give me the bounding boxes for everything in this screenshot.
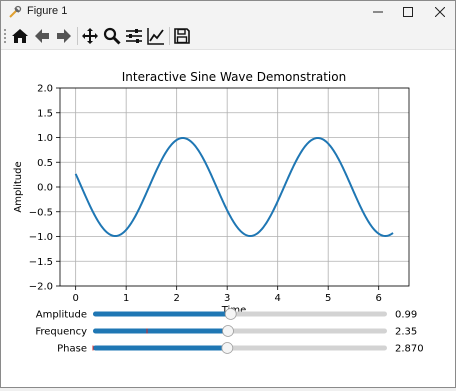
forward-arrow-icon: [57, 29, 71, 43]
configure-subplots-button[interactable]: [123, 25, 145, 47]
x-tick-label: 2: [173, 293, 179, 304]
x-tick-label: 4: [274, 293, 280, 304]
save-icon: [174, 28, 190, 44]
toolbar-separator: [77, 27, 78, 45]
phase-slider-handle[interactable]: [221, 342, 234, 354]
configure-subplots-icon: [126, 29, 142, 43]
y-tick-label: 0.0: [37, 183, 53, 194]
home-icon: [12, 29, 28, 43]
save-button[interactable]: [171, 25, 193, 47]
amplitude-slider-value: 0.99: [395, 310, 417, 321]
home-button[interactable]: [9, 25, 31, 47]
frequency-slider-handle[interactable]: [222, 325, 234, 337]
x-tick-label: 1: [123, 293, 129, 304]
x-tick-label: 5: [325, 293, 331, 304]
y-tick-label: −2.0: [29, 282, 53, 293]
amplitude-slider-label: Amplitude: [36, 310, 87, 321]
pan-icon: [82, 28, 98, 44]
back-button[interactable]: [31, 25, 53, 47]
minimize-icon: [373, 11, 383, 13]
frequency-slider[interactable]: Frequency 2.35: [35, 325, 417, 338]
phase-slider-fill: [93, 345, 228, 351]
pan-button[interactable]: [79, 25, 101, 47]
x-tick-label: 3: [224, 293, 230, 304]
navigation-toolbar: [1, 23, 455, 50]
y-axis-label: Amplitude: [13, 161, 24, 212]
figure-window: Figure 1 0 1 2 3 4 5 6 2.0 1.5 1.0 0.5 0…: [0, 0, 456, 388]
phase-slider-value: 2.870: [395, 344, 424, 355]
zoom-icon: [103, 27, 121, 45]
matplotlib-icon: [9, 5, 22, 18]
toolbar-separator: [169, 27, 170, 45]
y-tick-label: −1.5: [29, 257, 53, 268]
back-arrow-icon: [35, 29, 49, 43]
window-title: Figure 1: [27, 5, 68, 17]
close-button[interactable]: [425, 1, 455, 23]
figure-svg: 0123456 2.01.51.00.50.0−0.5−1.0−1.5−2.0 …: [13, 70, 424, 355]
y-tick-label: −1.0: [29, 232, 53, 243]
square-icon: [403, 7, 413, 17]
minimize-button[interactable]: [363, 1, 393, 23]
frequency-slider-value: 2.35: [395, 327, 417, 338]
plot-axes[interactable]: 0 1 2 3 4 5 6 2.0 1.5 1.0 0.5 0.0 −0.5 −1.0 −1.5 −2.0: [29, 84, 410, 305]
frequency-slider-fill: [93, 328, 228, 334]
maximize-button[interactable]: [393, 1, 423, 23]
frequency-slider-label: Frequency: [35, 327, 87, 338]
figure-canvas: 0123456 2.0 1.5 1.0 0.5 0.0 −0.5 −1.0 −1.5 −2.0 …: [1, 50, 455, 387]
phase-slider[interactable]: Phase 2.870: [57, 342, 424, 355]
x-tick-label: 0: [72, 293, 78, 304]
amplitude-slider[interactable]: Amplitude 0.99: [36, 308, 418, 321]
close-icon: [435, 7, 445, 17]
chart-title: Interactive Sine Wave Demonstration: [122, 70, 346, 84]
y-tick-label: 1.5: [37, 108, 53, 119]
zoom-button[interactable]: [101, 25, 123, 47]
toolbar-grip: [4, 29, 6, 43]
y-tick-label: 2.0: [37, 84, 53, 95]
title-bar: Figure 1: [1, 1, 455, 23]
phase-slider-label: Phase: [57, 344, 87, 355]
y-tick-label: 1.0: [37, 133, 53, 144]
edit-axes-button[interactable]: [145, 25, 167, 47]
amplitude-slider-fill: [93, 311, 231, 317]
y-tick-label: −0.5: [29, 207, 53, 218]
forward-button[interactable]: [53, 25, 75, 47]
amplitude-slider-handle[interactable]: [224, 308, 237, 320]
edit-axes-icon: [147, 28, 164, 45]
y-tick-label: 0.5: [37, 158, 53, 169]
x-tick-label: 6: [376, 293, 382, 304]
